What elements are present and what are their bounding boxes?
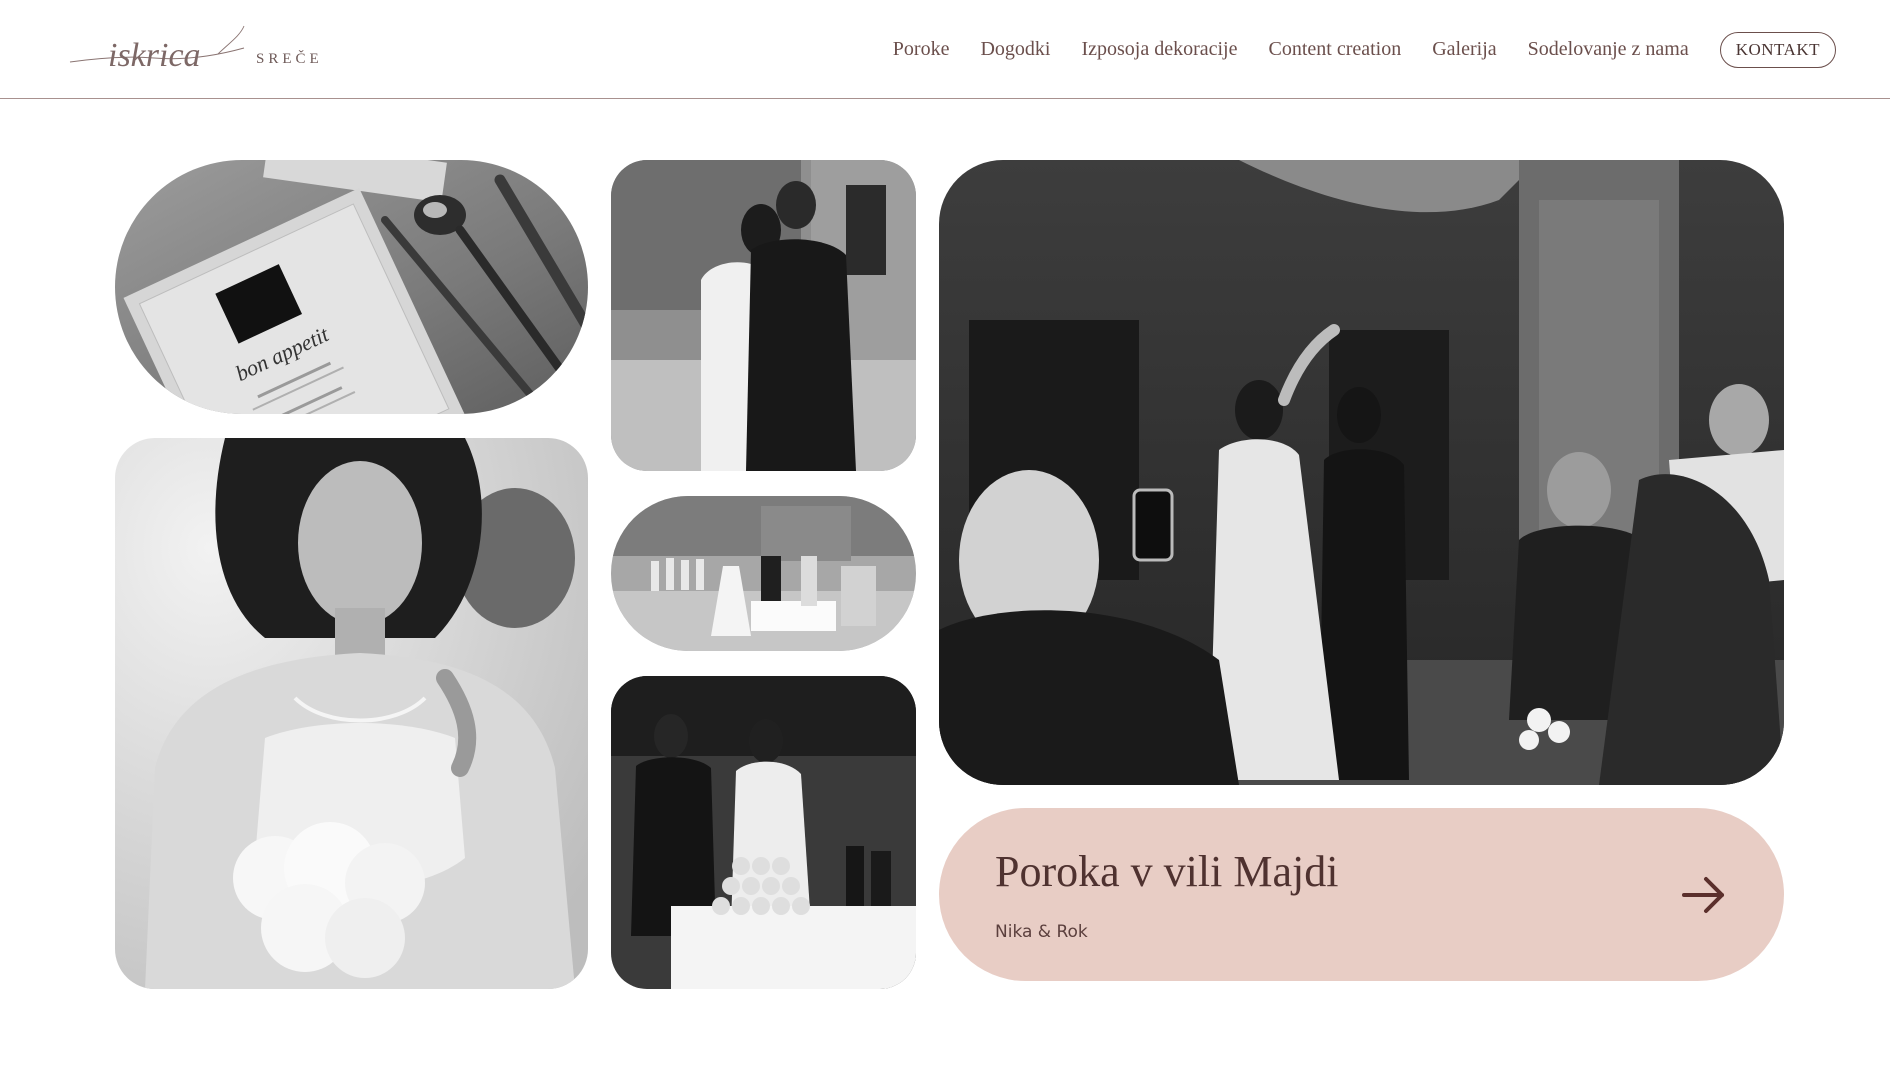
photo-bride-portrait[interactable] xyxy=(115,438,588,989)
nav-link-izposoja-dekoracije[interactable]: Izposoja dekoracije xyxy=(1081,38,1237,61)
photo-champagne-toast[interactable] xyxy=(611,676,916,989)
photo-menu-card[interactable]: bon appetit xyxy=(115,160,588,414)
main-navigation: Poroke Dogodki Izposoja dekoracije Conte… xyxy=(893,0,1836,99)
nav-link-galerija[interactable]: Galerija xyxy=(1432,38,1496,61)
nav-link-sodelovanje[interactable]: Sodelovanje z nama xyxy=(1528,38,1689,61)
site-logo[interactable]: iskrica SREČE xyxy=(68,18,328,80)
nav-link-dogodki[interactable]: Dogodki xyxy=(980,38,1050,61)
photo-couple-standing[interactable] xyxy=(611,160,916,471)
arrow-right-icon[interactable] xyxy=(1680,871,1728,919)
photo-ceremony[interactable] xyxy=(611,496,916,651)
site-header: iskrica SREČE Poroke Dogodki Izposoja de… xyxy=(0,0,1890,99)
logo-wordmark: SREČE xyxy=(256,51,323,67)
logo-script-mark: iskrica xyxy=(69,25,245,74)
featured-wedding-couple: Nika & Rok xyxy=(995,922,1088,942)
photo-reception-dance[interactable] xyxy=(939,160,1784,785)
featured-wedding-card[interactable]: Poroka v vili Majdi Nika & Rok xyxy=(939,808,1784,981)
nav-link-poroke[interactable]: Poroke xyxy=(893,38,950,61)
nav-link-content-creation[interactable]: Content creation xyxy=(1269,38,1402,61)
logo-script-text: iskrica xyxy=(108,37,201,74)
kontakt-button[interactable]: KONTAKT xyxy=(1719,31,1836,68)
featured-wedding-title: Poroka v vili Majdi xyxy=(995,847,1339,896)
